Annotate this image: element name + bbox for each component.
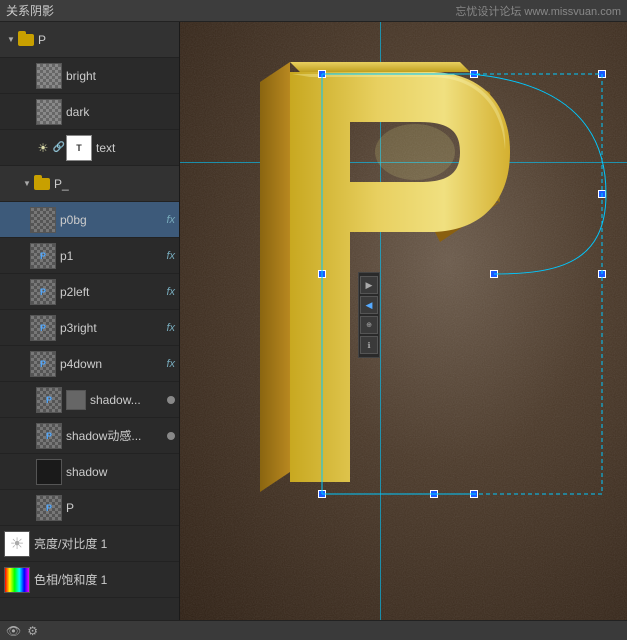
mini-btn-3[interactable]: ⊕ — [360, 316, 378, 334]
fx-badge-p1: fx — [166, 250, 175, 262]
mini-btn-1[interactable]: ▶ — [360, 276, 378, 294]
layers-panel: P bright dark ☀ 🔗 T text P_ — [0, 22, 180, 620]
layer-thumb-shadow: P — [36, 387, 62, 413]
layer-brightness[interactable]: ☀ 亮度/对比度 1 — [0, 526, 179, 562]
layer-group-p-inner[interactable]: P_ — [0, 166, 179, 202]
layer-thumb-p: P — [36, 495, 62, 521]
handle-bl[interactable] — [318, 490, 326, 498]
layer-p0bg[interactable]: p0bg fx — [0, 202, 179, 238]
fx-badge-p4down: fx — [166, 358, 175, 370]
layer-thumb-shadow-plain — [36, 459, 62, 485]
handle-mr[interactable] — [598, 270, 606, 278]
layer-hue-sat[interactable]: 色相/饱和度 1 — [0, 562, 179, 598]
layer-name-p1: p1 — [60, 249, 162, 263]
layer-p[interactable]: P P — [0, 490, 179, 526]
watermark: 忘忧设计论坛 www.missvuan.com — [455, 3, 621, 19]
layer-shadow-dot[interactable]: P shadow... — [0, 382, 179, 418]
layer-thumb-p0bg — [30, 207, 56, 233]
sun-icon: ☀ — [36, 141, 50, 155]
handle-tm[interactable] — [470, 70, 478, 78]
layer-name-group-p: P_ — [54, 177, 175, 191]
layer-name-shadow-motion: shadow动感... — [66, 427, 164, 444]
canvas-area: ▶ ◀ ⊕ ℹ — [180, 22, 627, 620]
fx-badge-p0bg: fx — [166, 214, 175, 226]
layer-thumb-p4down: P — [30, 351, 56, 377]
fx-badge-p2left: fx — [166, 286, 175, 298]
layer-thumb-p1: P — [30, 243, 56, 269]
layer-group-p-top[interactable]: P — [0, 22, 179, 58]
mini-btn-2[interactable]: ◀ — [360, 296, 378, 314]
layer-mask-thumb — [66, 390, 86, 410]
layer-name-p2left: p2left — [60, 285, 162, 299]
main-area: P bright dark ☀ 🔗 T text P_ — [0, 22, 627, 620]
dot-badge-motion — [167, 432, 175, 440]
fx-badge-p3right: fx — [166, 322, 175, 334]
layer-name-p: P — [66, 501, 175, 515]
handle-bm[interactable] — [430, 490, 438, 498]
layer-name-bright: bright — [66, 69, 175, 83]
layer-thumb-shadow-motion: P — [36, 423, 62, 449]
mini-panel: ▶ ◀ ⊕ ℹ — [358, 272, 380, 358]
layer-thumb-dark — [36, 99, 62, 125]
layer-p3right[interactable]: P p3right fx — [0, 310, 179, 346]
layer-name-brightness: 亮度/对比度 1 — [34, 535, 175, 552]
handle-br[interactable] — [470, 490, 478, 498]
mini-btn-4[interactable]: ℹ — [360, 336, 378, 354]
handle-ml[interactable] — [318, 270, 326, 278]
layer-p1[interactable]: P p1 fx — [0, 238, 179, 274]
folder-icon-inner — [34, 178, 50, 190]
link-icon: 🔗 — [53, 142, 65, 154]
handle-tl[interactable] — [318, 70, 326, 78]
layer-thumb-bright — [36, 63, 62, 89]
layer-name-dark: dark — [66, 105, 175, 119]
layer-name-shadow: shadow — [66, 465, 175, 479]
layer-thumb-text: T — [66, 135, 92, 161]
layer-dark[interactable]: dark — [0, 94, 179, 130]
layer-thumb-p3right: P — [30, 315, 56, 341]
layer-thumb-hue — [4, 567, 30, 593]
layer-name-text: text — [96, 141, 175, 155]
layer-text[interactable]: ☀ 🔗 T text — [0, 130, 179, 166]
layer-shadow-motion[interactable]: P shadow动感... — [0, 418, 179, 454]
layer-thumb-brightness: ☀ — [4, 531, 30, 557]
layer-p2left[interactable]: P p2left fx — [0, 274, 179, 310]
bottom-gear-icon[interactable]: ⚙ — [27, 624, 38, 638]
handle-bowl-r[interactable] — [598, 190, 606, 198]
group-arrow-inner[interactable] — [20, 177, 34, 191]
handle-tr[interactable] — [598, 70, 606, 78]
bottom-eye-icon[interactable]: 👁 — [6, 624, 21, 638]
top-bar: 关系阴影 忘忧设计论坛 www.missvuan.com — [0, 0, 627, 22]
layer-shadow[interactable]: shadow — [0, 454, 179, 490]
layer-name-p0bg: p0bg — [60, 213, 162, 227]
layer-p4down[interactable]: P p4down fx — [0, 346, 179, 382]
dot-badge — [167, 396, 175, 404]
layer-name-p3right: p3right — [60, 321, 162, 335]
bottom-bar: 👁 ⚙ — [0, 620, 627, 640]
layer-name-shadow-dot: shadow... — [90, 393, 164, 407]
handle-bowl-b[interactable] — [490, 270, 498, 278]
group-arrow[interactable] — [4, 33, 18, 47]
panel-title: 关系阴影 — [6, 2, 54, 19]
layer-bright[interactable]: bright — [0, 58, 179, 94]
layer-thumb-p2left: P — [30, 279, 56, 305]
layer-name: P — [38, 33, 175, 47]
layer-name-p4down: p4down — [60, 357, 162, 371]
folder-icon — [18, 34, 34, 46]
layer-name-hue-sat: 色相/饱和度 1 — [34, 571, 175, 588]
